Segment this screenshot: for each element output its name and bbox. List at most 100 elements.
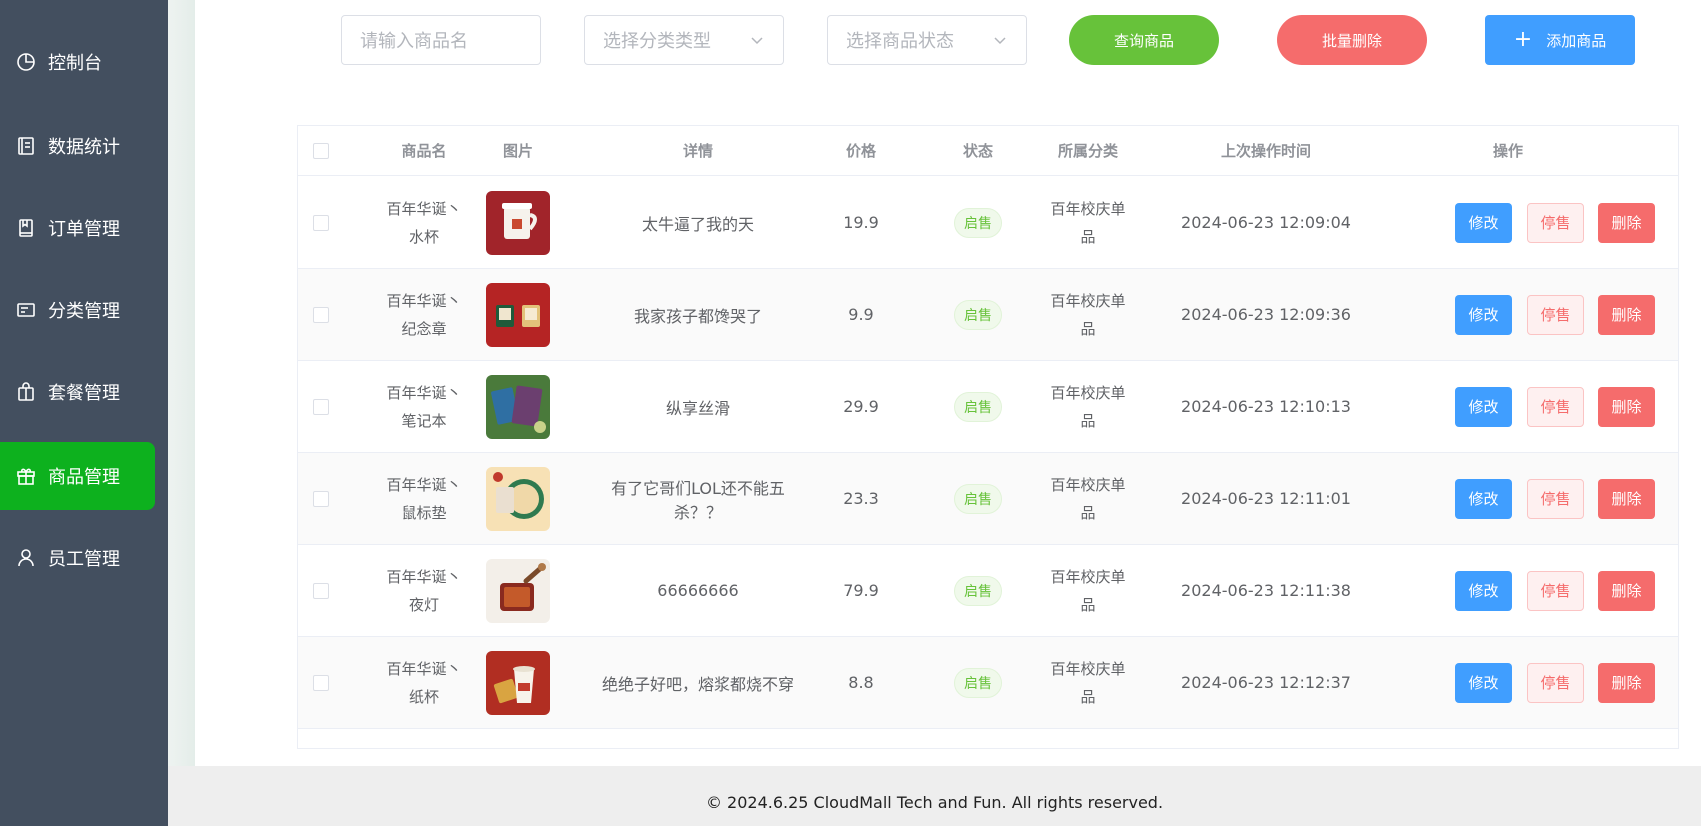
row-checkbox[interactable] [313,674,329,691]
status-badge: 启售 [954,207,1002,238]
row-select-cell [298,177,344,268]
stop-sale-button[interactable]: 停售 [1527,662,1584,703]
product-image-cell [483,269,553,360]
product-category: 百年校庆单品 [1050,383,1126,430]
footer: © 2024.6.25 CloudMall Tech and Fun. All … [168,766,1701,826]
select-all-checkbox[interactable] [313,142,329,159]
row-checkbox[interactable] [313,306,329,323]
product-name-line2: 鼠标垫 [401,503,447,522]
row-select-cell [298,545,344,636]
header-status: 状态 [962,142,993,160]
add-product-button[interactable]: + 添加商品 [1485,15,1635,65]
stop-sale-button[interactable]: 停售 [1527,294,1584,335]
batch-delete-button[interactable]: 批量删除 [1277,15,1427,65]
product-price: 9.9 [848,305,874,324]
cup-thumbnail [486,190,550,255]
sidebar-item-staff[interactable]: 员工管理 [0,524,155,592]
header-time: 上次操作时间 [1220,142,1311,160]
row-checkbox[interactable] [313,490,329,507]
sidebar-item-orders[interactable]: 订单管理 [0,194,155,262]
nightlight-thumbnail [486,558,550,623]
product-detail: 我家孩子都馋哭了 [633,306,762,326]
user-icon [16,548,36,568]
header-category: 所属分类 [1057,142,1118,160]
product-name-line2: 笔记本 [401,411,447,430]
notebook-icon [16,136,36,156]
sidebar: 控制台 数据统计 订单管理 分类管理 套餐管理 商品管理 员工管理 [0,0,168,826]
status-cell: 启售 [928,269,1028,360]
product-name-placeholder: 请输入商品名 [360,31,468,52]
product-detail: 纵享丝滑 [665,398,730,418]
product-name-line1: 百年华诞丶 [386,567,462,586]
product-category: 百年校庆单品 [1050,199,1126,246]
papercup-thumbnail [486,650,550,715]
sidebar-item-label: 员工管理 [48,549,120,570]
operation-time: 2024-06-23 12:12:37 [1181,673,1351,692]
row-checkbox[interactable] [313,398,329,415]
query-button[interactable]: 查询商品 [1069,15,1219,65]
product-name-line1: 百年华诞丶 [386,291,462,310]
sidebar-item-label: 套餐管理 [48,383,120,404]
sidebar-item-label: 商品管理 [48,467,120,488]
sidebar-item-label: 分类管理 [48,301,120,322]
edit-button[interactable]: 修改 [1455,570,1512,611]
edit-button[interactable]: 修改 [1455,294,1512,335]
sidebar-item-dashboard[interactable]: 控制台 [0,28,155,96]
sidebar-item-statistics[interactable]: 数据统计 [0,112,155,180]
status-cell: 启售 [928,545,1028,636]
product-category: 百年校庆单品 [1050,291,1126,338]
category-cell: 百年校庆单品 [1047,177,1129,268]
product-price: 8.8 [848,673,874,692]
delete-button[interactable]: 删除 [1598,386,1655,427]
products-table: 商品名 图片 详情 价格 状态 所属分类 上次操作时间 操作 百年华诞丶 水杯 太牛… [297,125,1679,749]
header-price: 价格 [845,142,876,160]
row-checkbox[interactable] [313,582,329,599]
table-row: 百年华诞丶 笔记本 纵享丝滑 29.9 启售 百年校庆单品 2024-06-23 12:10… [298,361,1678,453]
sidebar-item-combos[interactable]: 套餐管理 [0,358,155,426]
product-category: 百年校庆单品 [1050,567,1126,614]
header-image: 图片 [502,142,533,160]
product-name-cell: 百年华诞丶 纸杯 [374,637,474,728]
table-row: 百年华诞丶 夜灯 66666666 79.9 启售 百年校庆单品 2024-06-23 12… [298,545,1678,637]
product-detail: 有了它哥们LOL还不能五杀？？ [611,478,785,522]
status-select[interactable]: 选择商品状态 [827,15,1027,65]
product-name-cell: 百年华诞丶 纪念章 [374,269,474,360]
stop-sale-button[interactable]: 停售 [1527,570,1584,611]
category-select[interactable]: 选择分类类型 [584,15,784,65]
product-image-cell [483,177,553,268]
stop-sale-button[interactable]: 停售 [1527,202,1584,243]
notebook-thumbnail [486,374,550,439]
stop-sale-button[interactable]: 停售 [1527,478,1584,519]
category-cell: 百年校庆单品 [1047,269,1129,360]
edit-button[interactable]: 修改 [1455,202,1512,243]
product-price: 79.9 [843,581,879,600]
edit-button[interactable]: 修改 [1455,662,1512,703]
operation-time: 2024-06-23 12:09:36 [1181,305,1351,324]
row-checkbox[interactable] [313,214,329,231]
content-gutter [168,0,195,766]
delete-button[interactable]: 删除 [1598,202,1655,243]
sidebar-item-products[interactable]: 商品管理 [0,442,155,510]
row-select-cell [298,361,344,452]
operation-time: 2024-06-23 12:11:38 [1181,581,1351,600]
edit-button[interactable]: 修改 [1455,478,1512,519]
status-cell: 启售 [928,453,1028,544]
product-image-cell [483,545,553,636]
delete-button[interactable]: 删除 [1598,662,1655,703]
delete-button[interactable]: 删除 [1598,294,1655,335]
stop-sale-button[interactable]: 停售 [1527,386,1584,427]
status-badge: 启售 [954,575,1002,606]
delete-button[interactable]: 删除 [1598,478,1655,519]
product-name-input[interactable]: 请输入商品名 [341,15,541,65]
status-placeholder: 选择商品状态 [846,31,954,52]
delete-button[interactable]: 删除 [1598,570,1655,611]
sidebar-item-label: 数据统计 [48,137,120,158]
header-name: 商品名 [401,142,447,160]
sidebar-item-categories[interactable]: 分类管理 [0,276,155,344]
product-image-cell [483,361,553,452]
plus-icon: + [1513,27,1533,52]
product-price: 19.9 [843,213,879,232]
edit-button[interactable]: 修改 [1455,386,1512,427]
operation-time: 2024-06-23 12:10:13 [1181,397,1351,416]
select-all-cell [298,126,344,175]
